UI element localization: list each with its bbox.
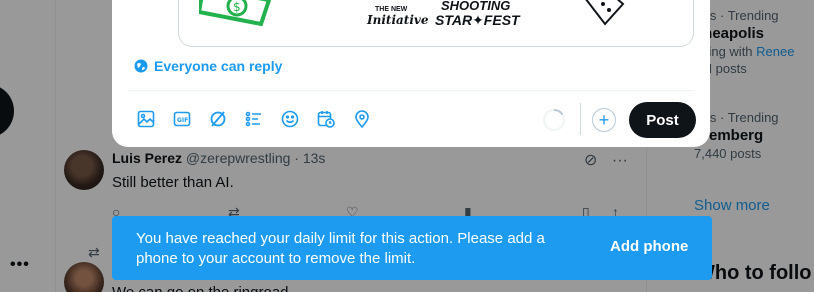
emoji-icon[interactable]: [272, 105, 308, 133]
add-phone-button[interactable]: Add phone: [610, 238, 688, 255]
globe-icon: [134, 59, 148, 73]
schedule-icon[interactable]: [308, 105, 344, 133]
grok-icon[interactable]: [200, 105, 236, 133]
compose-toolbar: GIF: [128, 105, 380, 133]
plus-icon[interactable]: +: [592, 108, 616, 132]
character-progress-ring: [543, 108, 565, 131]
media-text: STAR✦FEST: [435, 12, 520, 28]
gif-icon[interactable]: GIF: [164, 105, 200, 133]
toolbar-separator: [580, 103, 581, 135]
post-button[interactable]: Post: [629, 102, 696, 138]
svg-text:$: $: [233, 0, 241, 14]
divider: [128, 90, 694, 91]
money-sticker-image: $: [199, 0, 272, 26]
image-icon[interactable]: [128, 105, 164, 133]
reply-setting-label: Everyone can reply: [154, 58, 283, 74]
location-icon[interactable]: [344, 105, 380, 133]
svg-text:GIF: GIF: [177, 117, 188, 124]
sketch-image: [585, 0, 625, 26]
limit-toast: You have reached your daily limit for th…: [112, 216, 712, 280]
media-text: Initiative: [367, 13, 429, 27]
compose-modal: $ THE NEW Initiative SHOOTING STAR✦FEST …: [112, 0, 710, 147]
media-text: THE NEW: [375, 6, 408, 13]
reply-setting-button[interactable]: Everyone can reply: [134, 58, 282, 74]
toast-message: You have reached your daily limit for th…: [136, 230, 545, 267]
poll-icon[interactable]: [236, 105, 272, 133]
media-preview[interactable]: $ THE NEW Initiative SHOOTING STAR✦FEST: [178, 0, 694, 47]
